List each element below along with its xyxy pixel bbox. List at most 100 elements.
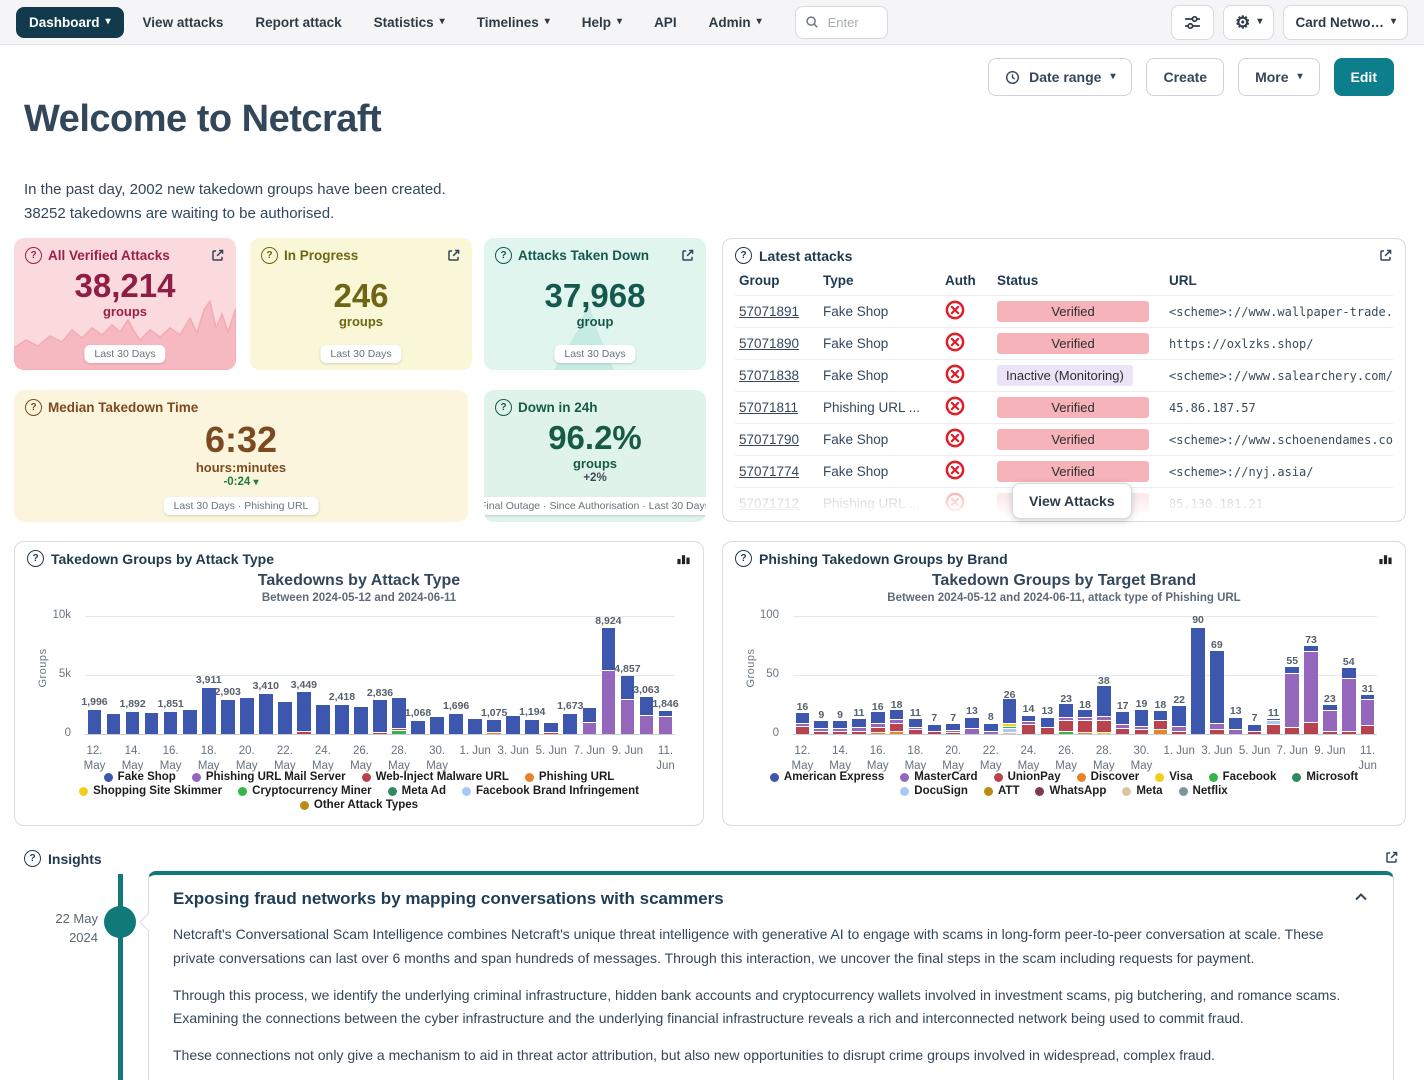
view-attacks-button[interactable]: View Attacks [1012,483,1132,519]
bar-30[interactable] [1361,695,1375,734]
create-button[interactable]: Create [1146,58,1224,96]
bar-27[interactable] [1304,646,1318,734]
help-icon[interactable] [735,247,752,264]
bar-16[interactable] [392,698,406,734]
group-link[interactable]: 57071838 [739,368,799,383]
settings-button[interactable]: ⚙ ▾ [1223,5,1274,40]
filters-button[interactable] [1171,5,1214,40]
group-link[interactable]: 57071891 [739,304,799,319]
bar-24[interactable] [1248,725,1262,734]
bar-chart-icon[interactable] [676,551,691,566]
collapse-chevron-icon[interactable] [1353,889,1369,910]
bar-1[interactable] [107,714,121,734]
bar-23[interactable] [525,720,539,734]
bar-28[interactable] [1323,705,1337,734]
group-link[interactable]: 57071774 [739,464,799,479]
bar-19[interactable] [1154,711,1168,734]
legend-item-netflix[interactable]: Netflix [1179,785,1228,797]
bar-27[interactable] [602,628,616,734]
legend-item-other-attack-types[interactable]: Other Attack Types [300,799,418,811]
bar-18[interactable] [1135,710,1149,734]
external-link-icon[interactable] [210,248,225,263]
legend-item-meta-ad[interactable]: Meta Ad [388,785,446,797]
help-icon[interactable] [495,247,512,264]
bar-26[interactable] [1285,667,1299,734]
bar-30[interactable] [659,711,673,734]
bar-26[interactable] [583,708,597,734]
legend-item-facebook-brand-infringement[interactable]: Facebook Brand Infringement [462,785,639,797]
bar-28[interactable] [621,676,635,734]
bar-chart-icon[interactable] [1378,551,1393,566]
legend-item-cryptocurrency-miner[interactable]: Cryptocurrency Miner [238,785,372,797]
account-menu-button[interactable]: Card Netwo… ▾ [1283,5,1408,40]
bar-8[interactable] [240,698,254,734]
bar-25[interactable] [1267,719,1281,734]
bar-7[interactable] [221,700,235,734]
nav-item-dashboard[interactable]: Dashboard▾ [16,7,124,38]
external-link-icon[interactable] [1378,248,1393,263]
bar-16[interactable] [1097,686,1111,734]
bar-17[interactable] [411,721,425,734]
legend-item-facebook[interactable]: Facebook [1209,771,1277,783]
nav-item-view-attacks[interactable]: View attacks [130,7,237,38]
legend-item-meta[interactable]: Meta [1122,785,1162,797]
bar-5[interactable] [183,710,197,734]
bar-15[interactable] [1078,710,1092,734]
bar-9[interactable] [965,718,979,734]
bar-9[interactable] [259,694,273,734]
bar-2[interactable] [126,712,140,734]
column-header-status[interactable]: Status [993,267,1165,296]
bar-2[interactable] [833,721,847,734]
more-button[interactable]: More ▾ [1238,58,1319,96]
help-icon[interactable] [27,550,44,567]
column-header-auth[interactable]: Auth [941,267,993,296]
legend-item-shopping-site-skimmer[interactable]: Shopping Site Skimmer [79,785,222,797]
bar-19[interactable] [449,714,463,734]
legend-item-phishing-url[interactable]: Phishing URL [525,771,614,783]
bar-4[interactable] [871,712,885,734]
bar-20[interactable] [1172,706,1186,734]
bar-6[interactable] [202,688,216,734]
bar-14[interactable] [354,707,368,734]
edit-button[interactable]: Edit [1334,58,1394,96]
help-icon[interactable] [495,399,512,416]
help-icon[interactable] [25,247,42,264]
bar-13[interactable] [1041,718,1055,734]
help-icon[interactable] [261,247,278,264]
legend-item-att[interactable]: ATT [984,785,1020,797]
bar-4[interactable] [164,712,178,734]
bar-25[interactable] [563,714,577,734]
date-range-button[interactable]: Date range ▾ [988,58,1132,96]
bar-0[interactable] [88,710,102,734]
external-link-icon[interactable] [1384,850,1399,870]
bar-17[interactable] [1116,712,1130,734]
nav-item-report-attack[interactable]: Report attack [242,7,354,38]
bar-3[interactable] [852,719,866,734]
search-input[interactable] [826,14,878,31]
bar-11[interactable] [1003,699,1017,734]
external-link-icon[interactable] [680,248,695,263]
bar-29[interactable] [1342,668,1356,734]
bar-5[interactable] [890,710,904,734]
bar-13[interactable] [335,705,349,734]
nav-item-admin[interactable]: Admin▾ [696,7,775,38]
help-icon[interactable] [24,850,41,867]
nav-item-timelines[interactable]: Timelines▾ [464,7,563,38]
bar-8[interactable] [946,724,960,734]
external-link-icon[interactable] [446,248,461,263]
bar-22[interactable] [1210,651,1224,734]
bar-15[interactable] [373,700,387,734]
search-box[interactable] [795,6,888,39]
legend-item-docusign[interactable]: DocuSign [900,785,968,797]
column-header-type[interactable]: Type [819,267,941,296]
nav-item-api[interactable]: API [641,7,690,38]
bar-14[interactable] [1059,704,1073,734]
bar-20[interactable] [468,719,482,734]
bar-21[interactable] [1191,628,1205,734]
bar-0[interactable] [796,713,810,734]
help-icon[interactable] [25,399,42,416]
bar-10[interactable] [984,724,998,734]
bar-1[interactable] [814,721,828,734]
nav-item-statistics[interactable]: Statistics▾ [361,7,458,38]
help-icon[interactable] [735,550,752,567]
